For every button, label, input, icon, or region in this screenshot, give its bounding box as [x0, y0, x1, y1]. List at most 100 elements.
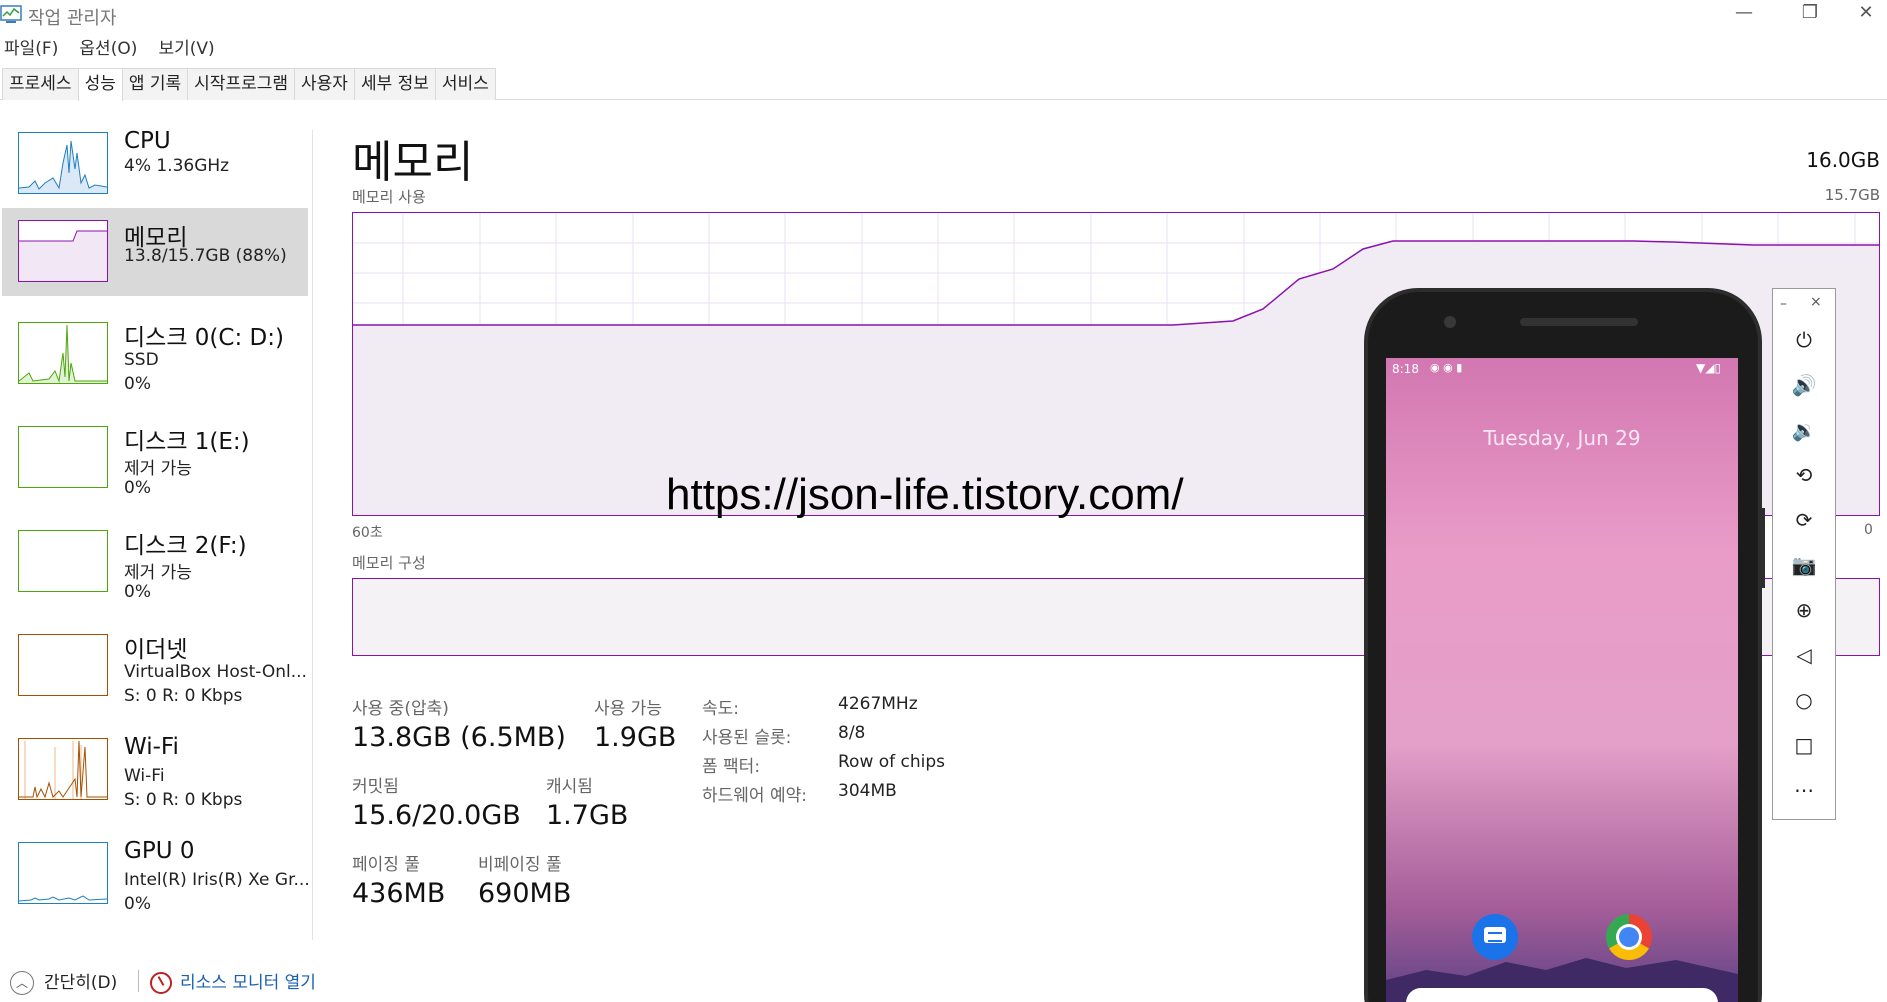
resource-name: GPU 0	[124, 838, 195, 864]
tab-services[interactable]: 서비스	[434, 68, 496, 100]
window-title: 작업 관리자	[28, 8, 117, 29]
chevron-up-icon: ︿	[10, 971, 34, 995]
zoom-icon[interactable]: ⊕	[1772, 590, 1836, 630]
cached-label: 캐시됨	[546, 777, 593, 797]
in-use-value: 13.8GB (6.5MB)	[352, 722, 566, 753]
footer-separator	[138, 970, 139, 992]
slots-used-label: 사용된 슬롯:	[702, 728, 792, 748]
tab-performance[interactable]: 성능	[77, 68, 123, 101]
speed-value: 4267MHz	[838, 694, 918, 714]
more-icon[interactable]: ⋯	[1772, 770, 1836, 810]
memory-usage-max: 15.7GB	[1824, 186, 1880, 204]
resource-name: 이더넷	[124, 637, 188, 663]
rotate-left-icon[interactable]: ⟲	[1772, 455, 1836, 495]
minimize-button[interactable]: —	[1716, 0, 1772, 30]
menu-file[interactable]: 파일(F)	[4, 34, 58, 59]
menu-view[interactable]: 보기(V)	[158, 34, 214, 59]
resource-item-wifi[interactable]: Wi-Fi Wi-Fi S: 0 R: 0 Kbps	[2, 724, 308, 820]
wifi-thumbnail-graph	[18, 738, 108, 800]
resource-name: Wi-Fi	[124, 734, 179, 760]
resource-detail: 제거 가능	[124, 459, 192, 479]
menu-options[interactable]: 옵션(O)	[79, 34, 137, 59]
resource-item-cpu[interactable]: CPU 4% 1.36GHz	[2, 118, 308, 214]
resource-detail: 제거 가능	[124, 563, 192, 583]
restore-button[interactable]: ❐	[1782, 0, 1838, 30]
fewer-details-button[interactable]: ︿ 간단히(D)	[10, 968, 117, 995]
tab-processes[interactable]: 프로세스	[2, 68, 79, 100]
resource-name: 디스크 2(F:)	[124, 533, 247, 559]
nonpaged-pool-label: 비페이징 풀	[478, 855, 562, 875]
tab-users[interactable]: 사용자	[294, 68, 355, 100]
emulator-close-button[interactable]: ×	[1810, 294, 1822, 310]
google-search-bar[interactable]	[1406, 988, 1718, 1002]
nonpaged-pool-value: 690MB	[478, 878, 572, 909]
resource-detail: Intel(R) Iris(R) Xe Gr...	[124, 870, 310, 890]
graph-time-start: 60초	[352, 525, 383, 541]
in-use-label: 사용 중(압축)	[352, 699, 449, 719]
menu-bar: 파일(F) 옵션(O) 보기(V)	[0, 34, 231, 60]
disk-2-thumbnail-graph	[18, 530, 108, 592]
slots-used-value: 8/8	[838, 723, 866, 743]
resource-name: 디스크 1(E:)	[124, 429, 250, 455]
resource-name: CPU	[124, 128, 171, 154]
resource-usage: 0%	[124, 478, 151, 498]
phone-earpiece	[1520, 318, 1638, 326]
resource-throughput: S: 0 R: 0 Kbps	[124, 686, 243, 706]
resource-usage: 0%	[124, 582, 151, 602]
open-resource-monitor-link[interactable]: 리소스 모니터 열기	[150, 968, 316, 994]
page-title: 메모리	[352, 137, 474, 188]
title-bar: 작업 관리자 — ❐ ✕	[0, 0, 1887, 30]
memory-composition-label: 메모리 구성	[352, 554, 426, 572]
resource-name: 디스크 0(C: D:)	[124, 325, 284, 351]
close-button[interactable]: ✕	[1846, 0, 1886, 30]
volume-up-icon[interactable]: 🔊	[1772, 365, 1836, 405]
back-icon[interactable]: ◁	[1772, 635, 1836, 675]
disk-1-thumbnail-graph	[18, 426, 108, 488]
resource-item-disk-0[interactable]: 디스크 0(C: D:) SSD 0%	[2, 308, 308, 404]
chrome-app-icon[interactable]	[1606, 914, 1652, 960]
overview-icon[interactable]: □	[1772, 725, 1836, 765]
disk-0-thumbnail-graph	[18, 322, 108, 384]
tab-details[interactable]: 세부 정보	[353, 68, 436, 100]
emulator-minimize-button[interactable]: –	[1780, 296, 1787, 312]
messages-app-icon[interactable]	[1472, 914, 1518, 960]
resource-item-ethernet[interactable]: 이더넷 VirtualBox Host-Onl... S: 0 R: 0 Kbp…	[2, 620, 308, 716]
paged-pool-value: 436MB	[352, 878, 446, 909]
watermark-url: https://json-life.tistory.com/	[666, 470, 1184, 519]
front-camera-icon	[1444, 316, 1456, 328]
committed-label: 커밋됨	[352, 777, 399, 797]
tab-app-history[interactable]: 앱 기록	[121, 68, 189, 100]
memory-usage-label: 메모리 사용	[352, 188, 426, 206]
form-factor-value: Row of chips	[838, 752, 946, 772]
power-icon[interactable]: ⏻	[1772, 320, 1836, 360]
resource-throughput: S: 0 R: 0 Kbps	[124, 790, 243, 810]
resource-item-disk-1[interactable]: 디스크 1(E:) 제거 가능 0%	[2, 412, 308, 508]
speed-label: 속도:	[702, 699, 740, 719]
resource-item-disk-2[interactable]: 디스크 2(F:) 제거 가능 0%	[2, 516, 308, 612]
hardware-reserved-value: 304MB	[838, 781, 897, 801]
memory-thumbnail-graph	[18, 220, 108, 282]
gpu-thumbnail-graph	[18, 842, 108, 904]
phone-side-button	[1760, 508, 1765, 588]
resource-item-gpu-0[interactable]: GPU 0 Intel(R) Iris(R) Xe Gr... 0%	[2, 828, 310, 924]
ethernet-thumbnail-graph	[18, 634, 108, 696]
hardware-reserved-label: 하드웨어 예약:	[702, 786, 807, 806]
emulator-screen[interactable]	[1386, 358, 1738, 1002]
resource-item-memory[interactable]: 메모리 13.8/15.7GB (88%)	[2, 208, 308, 296]
panel-divider	[312, 130, 313, 940]
home-icon[interactable]: ○	[1772, 680, 1836, 720]
total-memory: 16.0GB	[1806, 148, 1880, 172]
rotate-right-icon[interactable]: ⟳	[1772, 500, 1836, 540]
camera-icon[interactable]: 📷	[1772, 545, 1836, 585]
resource-detail: VirtualBox Host-Onl...	[124, 662, 307, 682]
wifi-signal-battery-icons: ▼◢▯	[1696, 361, 1722, 375]
available-label: 사용 가능	[594, 699, 662, 719]
tab-bar: 프로세스 성능 앱 기록 시작프로그램 사용자 세부 정보 서비스	[2, 68, 496, 101]
resource-monitor-icon	[150, 972, 172, 994]
volume-down-icon[interactable]: 🔉	[1772, 410, 1836, 450]
phone-date: Tuesday, Jun 29	[1483, 426, 1641, 450]
resource-usage: 0%	[124, 374, 151, 394]
tab-startup[interactable]: 시작프로그램	[187, 68, 296, 100]
resource-detail: 4% 1.36GHz	[124, 156, 230, 176]
fewer-details-label: 간단히(D)	[44, 973, 118, 993]
